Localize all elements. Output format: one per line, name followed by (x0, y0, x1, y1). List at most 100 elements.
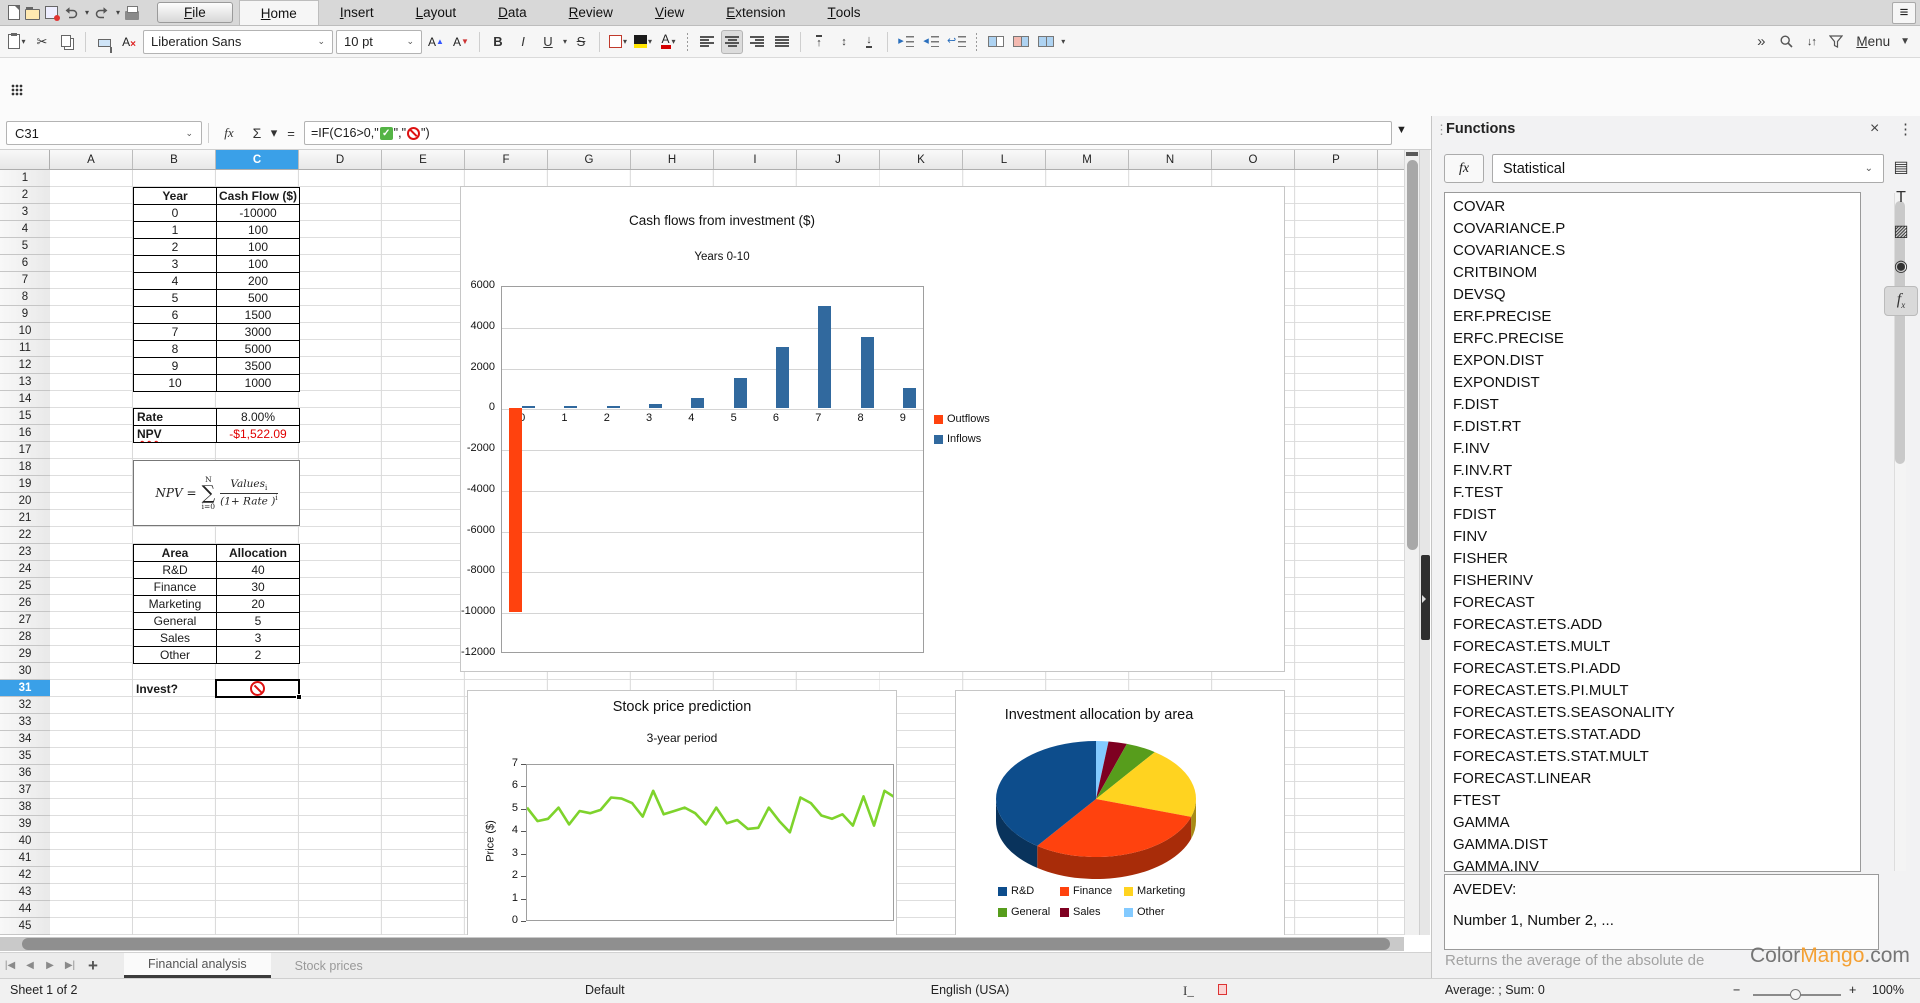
merge-center-button[interactable] (1010, 30, 1032, 54)
paste-button[interactable]: ▾ (6, 30, 28, 54)
formula-equals-button[interactable]: = (282, 121, 300, 145)
strikethrough-button[interactable]: S (570, 30, 592, 54)
cell[interactable]: 3000 (217, 324, 300, 341)
function-list[interactable]: COVARCOVARIANCE.PCOVARIANCE.SCRITBINOMDE… (1444, 192, 1861, 872)
row-header-45[interactable]: 45 (0, 918, 50, 935)
sheet-tab-stock-prices[interactable]: Stock prices (271, 953, 387, 978)
function-item[interactable]: FTEST (1453, 790, 1860, 812)
menu-tab-review[interactable]: Review (548, 0, 634, 25)
cell[interactable]: 9 (134, 358, 217, 375)
line-chart[interactable]: Stock price prediction 3-year period Pri… (467, 690, 897, 935)
row-header-32[interactable]: 32 (0, 697, 50, 714)
next-sheet-icon[interactable]: ▶ (40, 953, 60, 978)
row-header-21[interactable]: 21 (0, 510, 50, 527)
borders-button[interactable]: ▾ (607, 30, 629, 54)
row-header-8[interactable]: 8 (0, 289, 50, 306)
copy-button[interactable] (56, 30, 78, 54)
cell[interactable]: 8 (134, 341, 217, 358)
cell[interactable]: 500 (217, 290, 300, 307)
sidebar-collapse-strip[interactable] (1419, 150, 1430, 935)
selected-function-box[interactable]: AVEDEV: Number 1, Number 2, ... (1444, 874, 1879, 950)
function-item[interactable]: FORECAST.ETS.STAT.MULT (1453, 746, 1860, 768)
row-header-22[interactable]: 22 (0, 527, 50, 544)
cell[interactable]: Year (134, 188, 217, 205)
cell[interactable]: 100 (217, 256, 300, 273)
row-header-26[interactable]: 26 (0, 595, 50, 612)
row-header-13[interactable]: 13 (0, 374, 50, 391)
align-bottom-button[interactable]: ↓ (858, 30, 880, 54)
function-item[interactable]: F.INV.RT (1453, 460, 1860, 482)
function-item[interactable]: FINV (1453, 526, 1860, 548)
row-header-31[interactable]: 31 (0, 680, 50, 697)
cell[interactable]: Allocation (217, 545, 300, 562)
function-item[interactable]: FISHERINV (1453, 570, 1860, 592)
panel-close-icon[interactable]: × (1870, 120, 1879, 138)
cell[interactable]: Marketing (134, 596, 217, 613)
cell[interactable]: 200 (217, 273, 300, 290)
previous-sheet-icon[interactable]: ◀ (20, 953, 40, 978)
bar-chart[interactable]: Cash flows from investment ($) Years 0-1… (460, 186, 1285, 672)
center-vertically-button[interactable]: ↕ (833, 30, 855, 54)
underline-dropdown-icon[interactable]: ▾ (563, 37, 567, 46)
cell[interactable]: General (134, 613, 217, 630)
cell[interactable]: Rate (134, 409, 217, 426)
function-item[interactable]: FORECAST.ETS.MULT (1453, 636, 1860, 658)
row-header-20[interactable]: 20 (0, 493, 50, 510)
vertical-scrollbar-thumb[interactable] (1407, 160, 1418, 550)
cell[interactable]: 3 (134, 256, 217, 273)
column-header-K[interactable]: K (880, 150, 963, 170)
cell[interactable]: 6 (134, 307, 217, 324)
row-header-28[interactable]: 28 (0, 629, 50, 646)
function-item[interactable]: GAMMA (1453, 812, 1860, 834)
row-header-5[interactable]: 5 (0, 238, 50, 255)
column-header-L[interactable]: L (963, 150, 1046, 170)
function-item[interactable]: ERFC.PRECISE (1453, 328, 1860, 350)
cell[interactable]: Finance (134, 579, 217, 596)
column-header-D[interactable]: D (299, 150, 382, 170)
save-icon[interactable] (45, 6, 58, 19)
shrink-font-button[interactable]: A▼ (450, 30, 472, 54)
search-button[interactable] (1775, 30, 1797, 54)
rate-npv-table[interactable]: Rate 8.00% NPV -$1,522.09 (133, 408, 300, 443)
bold-button[interactable]: B (487, 30, 509, 54)
zoom-in-button[interactable]: + (1849, 983, 1856, 997)
add-sheet-button[interactable]: + (80, 953, 106, 978)
function-item[interactable]: FISHER (1453, 548, 1860, 570)
italic-button[interactable]: I (512, 30, 534, 54)
cell[interactable]: 1500 (217, 307, 300, 324)
cell[interactable]: -$1,522.09 (217, 426, 300, 443)
function-item[interactable]: COVAR (1453, 196, 1860, 218)
align-right-button[interactable] (746, 30, 768, 54)
column-header-O[interactable]: O (1212, 150, 1295, 170)
justify-button[interactable] (771, 30, 793, 54)
function-item[interactable]: EXPON.DIST (1453, 350, 1860, 372)
cell[interactable]: 2 (217, 647, 300, 664)
cell[interactable]: Area (134, 545, 217, 562)
cell[interactable]: 100 (217, 239, 300, 256)
category-select[interactable]: Statistical ⌄ (1492, 154, 1884, 183)
row-header-29[interactable]: 29 (0, 646, 50, 663)
sort-button[interactable]: ↓↑ (1800, 30, 1822, 54)
new-document-icon[interactable] (8, 5, 20, 20)
last-sheet-icon[interactable]: ▶| (60, 953, 80, 978)
row-header-35[interactable]: 35 (0, 748, 50, 765)
zoom-out-button[interactable]: − (1733, 983, 1740, 997)
column-header-N[interactable]: N (1129, 150, 1212, 170)
menu-button[interactable]: Menu (1850, 30, 1896, 54)
first-sheet-icon[interactable]: |◀ (0, 953, 20, 978)
column-header-G[interactable]: G (548, 150, 631, 170)
row-header-42[interactable]: 42 (0, 867, 50, 884)
sidebar-tab-properties[interactable]: ▤ (1884, 152, 1918, 182)
column-header-J[interactable]: J (797, 150, 880, 170)
cut-button[interactable]: ✂ (31, 30, 53, 54)
underline-button[interactable]: U (537, 30, 559, 54)
row-header-23[interactable]: 23 (0, 544, 50, 561)
cell[interactable]: 3 (217, 630, 300, 647)
menu-tab-tools[interactable]: Tools (807, 0, 882, 25)
column-header-I[interactable]: I (714, 150, 797, 170)
cell[interactable]: R&D (134, 562, 217, 579)
grid-options-icon[interactable] (11, 84, 23, 96)
autosum-button[interactable]: Σ (246, 121, 268, 145)
function-item[interactable]: EXPONDIST (1453, 372, 1860, 394)
menu-tab-extension[interactable]: Extension (705, 0, 806, 25)
